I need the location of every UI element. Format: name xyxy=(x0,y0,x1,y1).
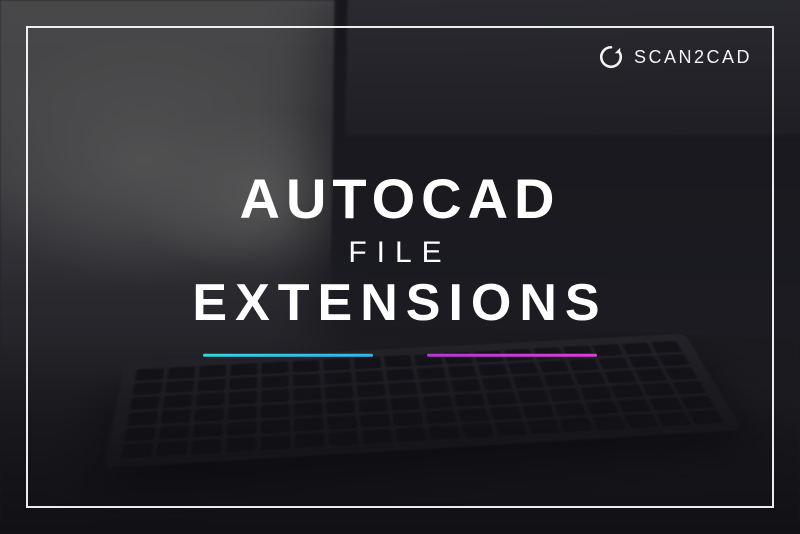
hero-title: AUTOCAD FILE EXTENSIONS xyxy=(0,170,800,357)
accent-underline-right xyxy=(427,354,597,357)
accent-underline-left xyxy=(203,354,373,357)
brand-text: SCAN2CAD xyxy=(634,47,752,68)
brand-logo: SCAN2CAD xyxy=(598,44,752,70)
accent-underlines xyxy=(0,354,800,357)
title-line-2: FILE xyxy=(0,235,800,271)
title-line-3: EXTENSIONS xyxy=(0,275,800,332)
title-line-1: AUTOCAD xyxy=(0,170,800,229)
refresh-circle-icon xyxy=(598,44,624,70)
